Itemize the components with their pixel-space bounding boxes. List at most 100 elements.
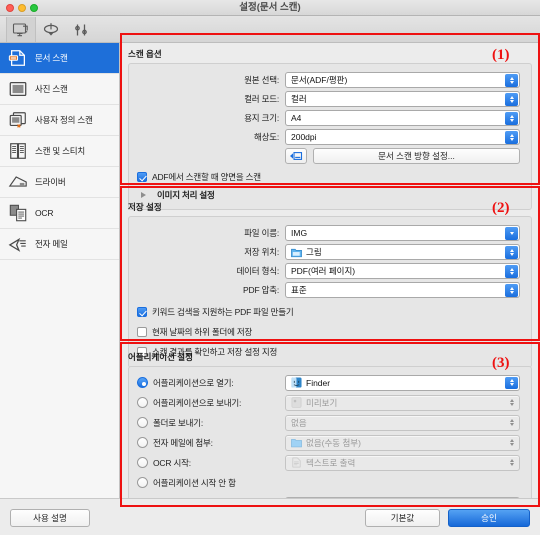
send-to-app-radio-row[interactable]: 어플리케이션으로 보내기: [137, 397, 285, 409]
paper-size-value: A4 [291, 113, 302, 123]
save-settings-title: 저장 설정 [128, 202, 162, 212]
send-to-folder-value: 없음 [291, 417, 307, 428]
source-row: 원본 선택: 문서(ADF/평판) [137, 72, 523, 88]
save-location-label: 저장 위치: [244, 247, 279, 257]
save-location-select[interactable]: 그림 [285, 244, 520, 260]
data-format-select[interactable]: PDF(여러 페이지) [285, 263, 520, 279]
defaults-button[interactable]: 기본값 [365, 509, 440, 527]
data-format-value: PDF(여러 페이지) [291, 266, 356, 276]
sidebar-item-label: 문서 스캔 [35, 53, 68, 63]
start-ocr-radio-row[interactable]: OCR 시작: [137, 457, 285, 469]
start-ocr-radio[interactable] [137, 457, 148, 468]
open-with-app-row: 어플리케이션으로 열기: Finder [137, 374, 523, 391]
attach-to-email-row: 전자 메일에 첨부: 없음(수동 첨부) [137, 434, 523, 451]
do-not-start-app-radio-row[interactable]: 어플리케이션 시작 안 함 [137, 477, 236, 489]
pdf-compression-value: 표준 [291, 285, 307, 295]
send-to-folder-radio[interactable] [137, 417, 148, 428]
resolution-label: 해상도: [253, 132, 279, 142]
open-with-app-select[interactable]: Finder [285, 374, 520, 391]
open-with-app-radio-row[interactable]: 어플리케이션으로 열기: [137, 377, 285, 389]
email-icon [8, 237, 26, 252]
attach-to-email-select[interactable]: 없음(수동 첨부) [285, 434, 520, 451]
resolution-value: 200dpi [291, 132, 317, 142]
open-with-app-radio[interactable] [137, 377, 148, 388]
attach-to-email-radio-row[interactable]: 전자 메일에 첨부: [137, 437, 285, 449]
sidebar-item-photo-scan[interactable]: 사진 스캔 [0, 74, 119, 105]
finder-icon [291, 377, 302, 388]
resolution-row: 해상도: 200dpi [137, 129, 523, 145]
chevron-updown-icon [505, 437, 518, 450]
orientation-row: 문서 스캔 방향 설정... [137, 148, 523, 164]
sidebar-item-custom-scan[interactable]: 사용자 정의 스캔 [0, 105, 119, 136]
toolbar-scan-from-scanner[interactable] [36, 17, 66, 42]
ocr-icon [9, 204, 27, 222]
save-settings-box: 파일 이름: IMG 저장 위치: 그림 데이터 형식: PDF(여러 페이지)… [128, 216, 532, 368]
sidebar-item-ocr[interactable]: OCR [0, 198, 119, 229]
source-value: 문서(ADF/평판) [291, 75, 348, 85]
send-to-app-radio[interactable] [137, 397, 148, 408]
scan-options-title: 스캔 옵션 [128, 49, 162, 59]
searchable-pdf-checkbox[interactable] [137, 307, 147, 317]
sidebar-item-label: 드라이버 [35, 177, 66, 187]
date-subfolder-checkbox[interactable] [137, 327, 147, 337]
text-doc-icon [292, 457, 301, 468]
ok-button[interactable]: 승인 [448, 509, 530, 527]
chevron-down-icon [505, 227, 518, 240]
file-name-combobox[interactable]: IMG [285, 225, 520, 241]
source-select[interactable]: 문서(ADF/평판) [285, 72, 520, 88]
annotation-label-1: (1) [492, 47, 510, 63]
toolbar-general-settings[interactable] [66, 17, 96, 42]
annotation-label-2: (2) [492, 200, 510, 216]
send-to-folder-radio-row[interactable]: 폴더로 보내기: [137, 417, 285, 429]
scan-orientation-icon-button[interactable] [285, 148, 307, 164]
color-mode-value: 컬러 [291, 94, 307, 104]
sidebar-item-driver[interactable]: 드라이버 [0, 167, 119, 198]
window-title: 설정(문서 스캔) [239, 2, 301, 13]
chevron-updown-icon [505, 284, 518, 297]
date-subfolder-label: 현재 날짜의 하위 폴더에 저장 [152, 327, 253, 337]
sidebar-item-document-scan[interactable]: 문서 스캔 [0, 43, 119, 74]
attach-to-email-radio[interactable] [137, 437, 148, 448]
file-name-label: 파일 이름: [244, 228, 279, 238]
image-processing-disclosure-row[interactable]: 이미지 처리 설정 [137, 188, 523, 202]
defaults-button-label: 기본값 [390, 513, 415, 523]
chevron-right-icon[interactable] [141, 192, 146, 198]
chevron-updown-icon [505, 457, 518, 470]
searchable-pdf-checkbox-row[interactable]: 키워드 검색을 지원하는 PDF 파일 만들기 [137, 305, 523, 319]
help-button[interactable]: 사용 설명 [10, 509, 90, 527]
do-not-start-app-radio[interactable] [137, 477, 148, 488]
footer: 사용 설명 기본값 승인 [0, 498, 540, 535]
pdf-compression-select[interactable]: 표준 [285, 282, 520, 298]
folder-icon [291, 439, 302, 448]
file-name-row: 파일 이름: IMG [137, 225, 523, 241]
annotation-label-3: (3) [492, 355, 510, 371]
toolbar-scan-from-computer[interactable] [6, 17, 36, 42]
date-subfolder-checkbox-row[interactable]: 현재 날짜의 하위 폴더에 저장 [137, 325, 523, 339]
start-ocr-row: OCR 시작: 텍스트로 출력 [137, 454, 523, 471]
color-mode-select[interactable]: 컬러 [285, 91, 520, 107]
duplex-checkbox-label: ADF에서 스캔할 때 양면을 스캔 [152, 172, 261, 182]
duplex-checkbox-row[interactable]: ADF에서 스캔할 때 양면을 스캔 [137, 170, 523, 184]
sidebar: 문서 스캔 사진 스캔 사용자 정의 스캔 스캔 및 스티치 드라이버 OCR … [0, 43, 120, 535]
attach-to-email-value: 없음(수동 첨부) [306, 437, 361, 448]
start-ocr-value: 텍스트로 출력 [306, 457, 356, 468]
resolution-select[interactable]: 200dpi [285, 129, 520, 145]
photo-scan-icon [9, 82, 27, 96]
send-to-folder-select[interactable]: 없음 [285, 414, 520, 431]
duplex-checkbox[interactable] [137, 172, 147, 182]
send-to-folder-row: 폴더로 보내기: 없음 [137, 414, 523, 431]
preview-icon [291, 397, 302, 408]
application-settings-group: 어플리케이션 설정 어플리케이션으로 열기: Finder 어플리케이션으로 보… [128, 351, 532, 498]
sidebar-item-scan-and-stitch[interactable]: 스캔 및 스티치 [0, 136, 119, 167]
color-mode-label: 컬러 모드: [244, 94, 279, 104]
file-name-value: IMG [291, 228, 308, 238]
send-to-app-label: 어플리케이션으로 보내기: [153, 397, 242, 408]
sidebar-item-label: 사용자 정의 스캔 [35, 115, 93, 125]
start-ocr-select[interactable]: 텍스트로 출력 [285, 454, 520, 471]
sidebar-item-label: 사진 스캔 [35, 84, 68, 94]
sidebar-item-email[interactable]: 전자 메일 [0, 229, 119, 260]
chevron-updown-icon [505, 93, 518, 106]
scan-orientation-button[interactable]: 문서 스캔 방향 설정... [313, 148, 520, 164]
paper-size-select[interactable]: A4 [285, 110, 520, 126]
send-to-app-select[interactable]: 미리보기 [285, 394, 520, 411]
